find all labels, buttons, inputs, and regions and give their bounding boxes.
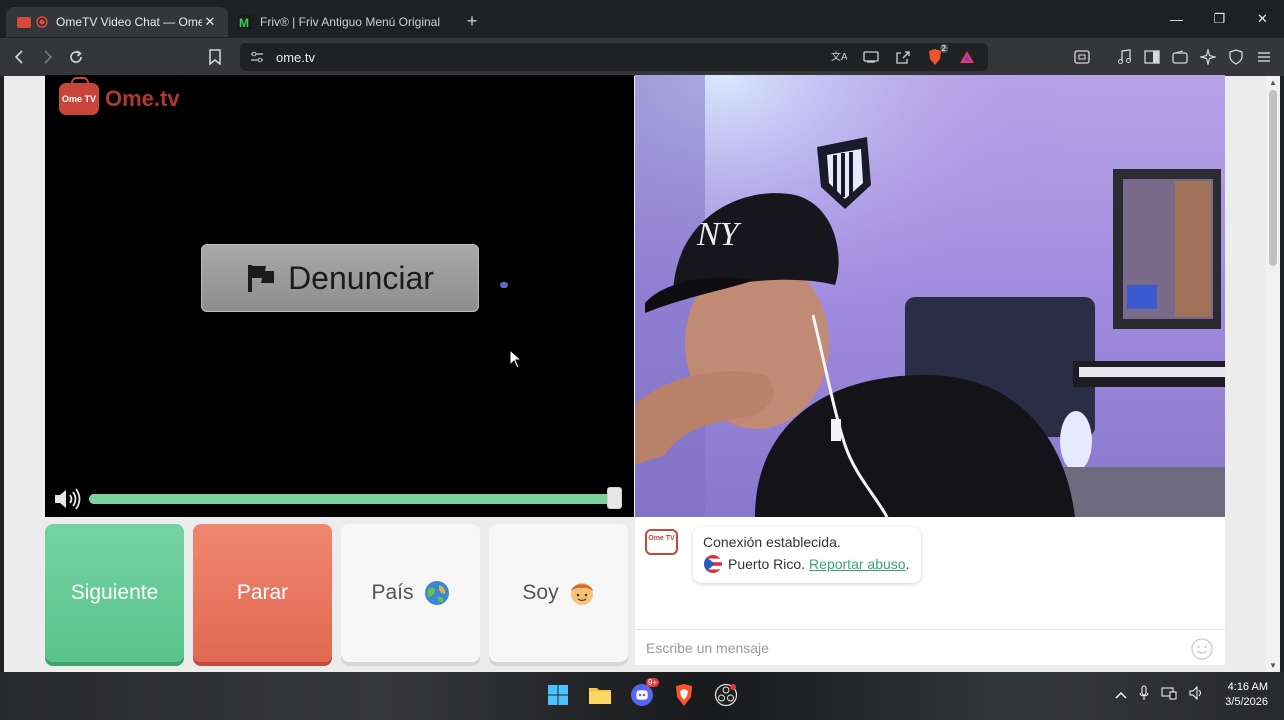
message-input[interactable]: Escribe un mensaje: [635, 629, 1225, 665]
self-camera-video: NY: [635, 75, 1225, 517]
brave-shields-icon[interactable]: 2: [922, 44, 948, 68]
boy-face-icon: [569, 580, 595, 606]
country-label: País: [371, 581, 414, 604]
svg-text:NY: NY: [696, 216, 742, 253]
report-button[interactable]: Denunciar: [201, 244, 479, 312]
menu-icon[interactable]: [1250, 43, 1278, 71]
volume-fill: [89, 494, 616, 504]
chat-ometv-logo-icon: Ome TV: [645, 529, 678, 555]
scroll-down-icon[interactable]: ▼: [1268, 661, 1278, 670]
vpn-shield-icon[interactable]: [1222, 43, 1250, 71]
scroll-up-icon[interactable]: ▲: [1268, 78, 1278, 87]
loading-dot: [500, 282, 508, 288]
tab-title: OmeTV Video Chat — Omegl: [56, 15, 202, 29]
next-label: Siguiente: [70, 581, 159, 604]
tab-title: Friv® | Friv Antiguo Menú Original: [260, 15, 441, 29]
mouse-cursor-icon: [509, 348, 523, 374]
minimize-icon[interactable]: —: [1155, 0, 1198, 38]
sidebar-icon[interactable]: [1138, 43, 1166, 71]
discord-icon[interactable]: 9+: [627, 678, 659, 710]
leo-ai-icon[interactable]: [1194, 43, 1222, 71]
file-explorer-icon[interactable]: [585, 680, 615, 710]
cast-icon[interactable]: [858, 46, 884, 68]
chat-panel: Ome TV Conexión establecida. Puerto Rico…: [635, 517, 1225, 665]
puerto-rico-flag-icon: [703, 554, 723, 574]
report-suffix: .: [905, 556, 910, 572]
network-icon[interactable]: [1161, 686, 1177, 705]
maximize-icon[interactable]: ❐: [1198, 0, 1241, 38]
translate-icon[interactable]: 文A: [826, 46, 852, 68]
bookmark-icon[interactable]: [201, 43, 229, 71]
browser-extensions: [1068, 43, 1278, 71]
gender-button[interactable]: Soy: [489, 524, 628, 662]
tray-overflow-icon[interactable]: [1115, 686, 1127, 704]
back-icon[interactable]: [6, 43, 34, 71]
partner-country: Puerto Rico.: [728, 556, 806, 572]
new-tab-button[interactable]: +: [458, 7, 486, 35]
tab-strip: OmeTV Video Chat — Omegl ✕ M Friv® | Fri…: [0, 0, 1284, 38]
share-icon[interactable]: [890, 46, 916, 68]
shields-badge: 2: [939, 44, 948, 53]
clock-time: 4:16 AM: [1227, 681, 1268, 693]
svg-text:文A: 文A: [831, 50, 847, 63]
site-info-icon[interactable]: [244, 51, 270, 63]
discord-badge: 9+: [645, 678, 659, 687]
logo-text: Ome.tv: [105, 86, 180, 111]
clock-date: 3/5/2026: [1225, 696, 1268, 708]
report-label: Denunciar: [288, 259, 434, 296]
address-bar[interactable]: ome.tv 文A 2: [240, 43, 988, 71]
ometv-logo: Ome TV Ome.tv: [59, 77, 180, 115]
reload-icon[interactable]: [62, 43, 90, 71]
message-placeholder: Escribe un mensaje: [646, 639, 769, 656]
url-text: ome.tv: [276, 49, 316, 65]
forward-icon[interactable]: [34, 43, 62, 71]
media-icon[interactable]: [1110, 43, 1138, 71]
windows-start-icon[interactable]: [543, 680, 573, 710]
country-button[interactable]: País: [341, 524, 480, 662]
partner-video: Ome TV Ome.tv Denunciar: [45, 75, 634, 517]
brave-rewards-icon[interactable]: [954, 46, 980, 68]
obs-icon[interactable]: [711, 680, 741, 710]
volume-slider[interactable]: [89, 494, 616, 504]
window-controls: — ❐ ✕: [1155, 0, 1284, 38]
svg-text:M: M: [239, 16, 249, 29]
logo-tv-icon: Ome TV: [59, 77, 99, 115]
system-clock[interactable]: 4:16 AM 3/5/2026: [1225, 680, 1268, 710]
volume-tray-icon[interactable]: [1189, 685, 1205, 705]
windows-taskbar: 9+ 4:16 AM 3/5/2026: [0, 672, 1284, 720]
wallet-icon[interactable]: [1166, 43, 1194, 71]
connection-status: Conexión establecida.: [703, 534, 841, 550]
globe-icon: [424, 580, 450, 606]
report-abuse-link[interactable]: Reportar abuso: [809, 556, 906, 572]
microphone-icon[interactable]: [1139, 685, 1149, 706]
volume-icon[interactable]: [53, 488, 83, 510]
close-window-icon[interactable]: ✕: [1241, 0, 1284, 38]
system-message-bubble: Conexión establecida. Puerto Rico. Repor…: [693, 527, 921, 583]
recording-icon: [34, 14, 50, 30]
page-scrollbar[interactable]: ▲ ▼: [1266, 76, 1280, 672]
emoji-picker-icon[interactable]: [1191, 638, 1213, 663]
volume-slider-handle[interactable]: [607, 487, 622, 509]
ometv-favicon-icon: [16, 14, 32, 30]
stop-label: Parar: [236, 581, 289, 604]
tab-friv[interactable]: M Friv® | Friv Antiguo Menú Original: [228, 7, 458, 37]
camera-scene: NY: [635, 75, 1225, 517]
flag-icon: [246, 263, 276, 293]
gender-label: Soy: [522, 581, 559, 604]
reader-mode-icon[interactable]: [1068, 43, 1096, 71]
stop-button[interactable]: Parar: [193, 524, 332, 662]
friv-favicon-icon: M: [238, 14, 254, 30]
close-tab-icon[interactable]: ✕: [202, 14, 218, 30]
tab-ometv[interactable]: OmeTV Video Chat — Omegl ✕: [6, 7, 228, 37]
next-button[interactable]: Siguiente: [45, 524, 184, 662]
scrollbar-thumb[interactable]: [1269, 90, 1277, 266]
brave-browser-icon[interactable]: [669, 680, 699, 710]
